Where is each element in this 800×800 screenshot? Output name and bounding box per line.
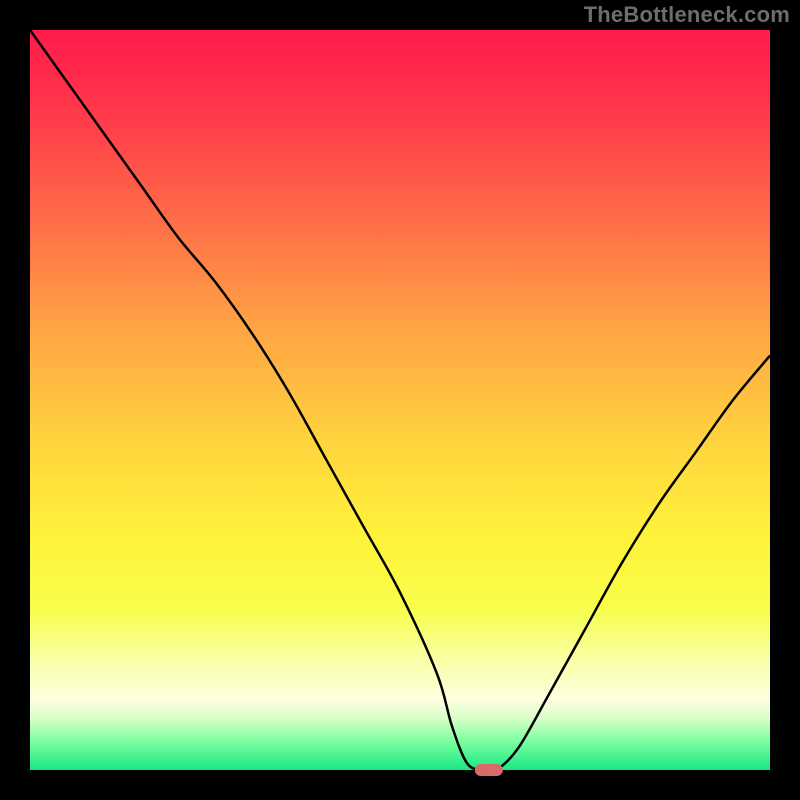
bottleneck-chart: TheBottleneck.com	[0, 0, 800, 800]
optimum-marker	[475, 764, 503, 776]
plot-background	[30, 30, 770, 770]
watermark-text: TheBottleneck.com	[584, 2, 790, 28]
chart-svg	[0, 0, 800, 800]
